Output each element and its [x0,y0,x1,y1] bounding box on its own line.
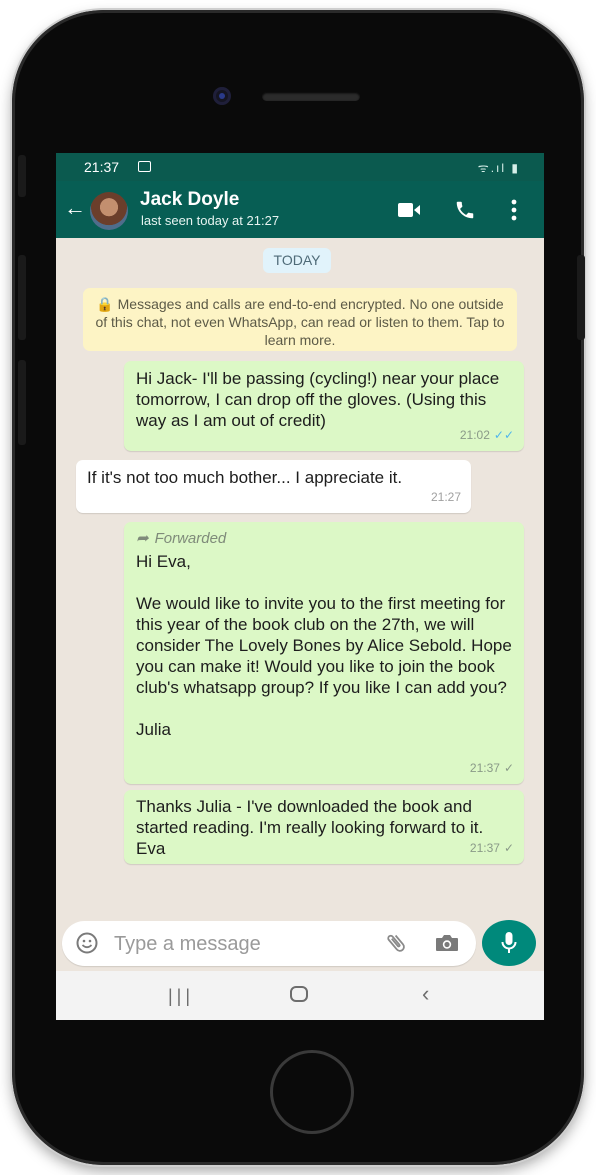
message-meta: 21:27 [431,487,461,508]
message-text: If it's not too much bother... I appreci… [87,468,403,487]
home-icon[interactable] [290,986,308,1002]
mic-icon [501,932,517,953]
sent-tick-icon: ✓ [503,841,514,855]
phone-screen: 21:37 ᯤ.ıl ▮ ← Jack Doyle last seen toda… [56,153,544,1020]
mute-switch [18,155,26,197]
message-meta: 21:37 ✓ [470,758,514,779]
message-time: 21:37 [469,761,500,775]
back-arrow-icon[interactable]: ← [64,196,86,220]
message-composer [62,921,476,966]
contact-name[interactable]: Jack Doyle [140,189,239,211]
message-time: 21:27 [430,490,461,504]
message-bubble-outgoing[interactable]: Hi Jack- I'll be passing (cycling!) near… [124,361,524,451]
recents-icon[interactable]: ||| [168,986,194,1007]
android-nav-bar: ||| ‹ [56,971,544,1020]
forwarded-text: Forwarded [154,530,227,547]
message-input[interactable] [112,930,366,958]
image-notification-icon [138,161,151,172]
status-bar: 21:37 ᯤ.ıl ▮ [56,153,544,181]
message-bubble-outgoing[interactable]: Thanks Julia - I've downloaded the book … [124,790,524,864]
mic-button[interactable] [482,920,536,966]
message-text: Hi Eva, We would like to invite you to t… [136,552,512,739]
message-time: 21:37 [469,841,500,855]
volume-up-button [18,255,26,340]
encryption-notice[interactable]: 🔒 Messages and calls are end-to-end encr… [83,288,517,351]
message-bubble-incoming[interactable]: If it's not too much bother... I appreci… [76,460,471,513]
read-receipt-icon: ✓✓ [493,428,514,442]
chat-area[interactable]: TODAY 🔒 Messages and calls are end-to-en… [56,238,544,938]
camera-icon[interactable] [434,932,460,954]
message-bubble-forwarded[interactable]: ➦ Forwarded Hi Eva, We would like to inv… [124,522,524,784]
voice-call-icon[interactable] [454,199,476,221]
nav-back-icon[interactable]: ‹ [422,981,429,1007]
message-text: Hi Jack- I'll be passing (cycling!) near… [136,369,500,430]
message-meta: 21:02 ✓✓ [460,425,514,446]
avatar[interactable] [90,192,128,230]
forward-arrow-icon: ➦ [136,530,149,547]
date-chip: TODAY [263,248,331,273]
volume-down-button [18,360,26,445]
status-time: 21:37 [84,159,120,175]
last-seen-status: last seen today at 21:27 [141,213,280,228]
message-meta: 21:37 ✓ [470,838,514,859]
message-text: Thanks Julia - I've downloaded the book … [136,797,484,858]
signal-battery-indicator: ᯤ.ıl ▮ [477,161,520,175]
message-time: 21:02 [459,428,490,442]
chat-header: ← Jack Doyle last seen today at 21:27 [56,181,544,238]
emoji-icon[interactable] [76,932,98,954]
attach-icon[interactable] [384,931,408,955]
home-button[interactable] [270,1050,354,1134]
sent-tick-icon: ✓ [503,761,514,775]
earpiece-speaker [262,92,360,101]
more-options-icon[interactable] [511,199,517,221]
front-camera [213,87,231,105]
power-button [577,255,585,340]
forwarded-label: ➦ Forwarded [136,528,512,549]
video-call-icon[interactable] [398,203,420,217]
